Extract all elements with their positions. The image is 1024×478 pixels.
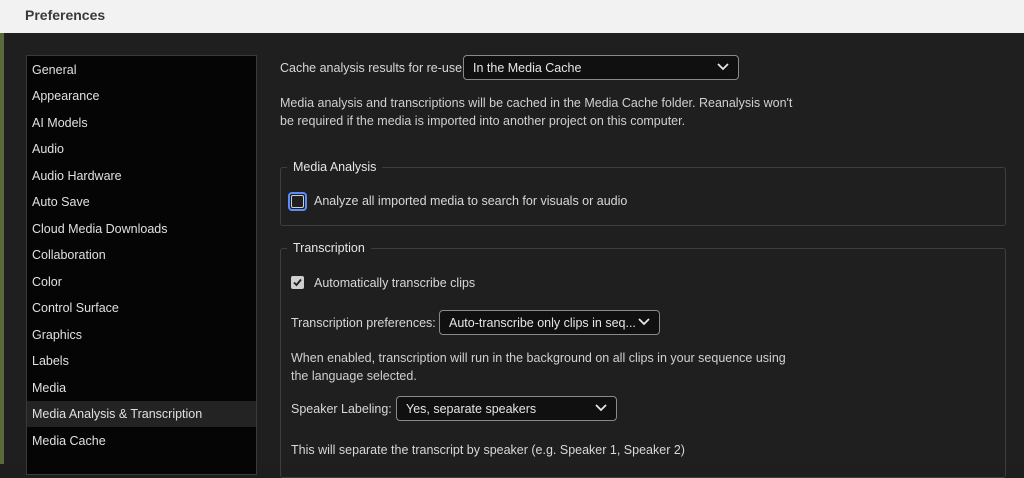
transcription-legend: Transcription	[287, 241, 371, 255]
category-audio[interactable]: Audio	[27, 136, 256, 162]
cache-analysis-dropdown[interactable]: In the Media Cache	[463, 55, 739, 80]
cache-description: Media analysis and transcriptions will b…	[280, 96, 793, 128]
category-general[interactable]: General	[27, 57, 256, 83]
transcription-preferences-dropdown[interactable]: Auto-transcribe only clips in seq...	[439, 310, 660, 335]
speaker-labeling-dropdown[interactable]: Yes, separate speakers	[396, 396, 617, 421]
media-analysis-legend: Media Analysis	[287, 160, 383, 174]
category-control-surface[interactable]: Control Surface	[27, 295, 256, 321]
auto-transcribe-label: Automatically transcribe clips	[314, 276, 476, 290]
checkmark-icon	[293, 278, 302, 287]
category-graphics[interactable]: Graphics	[27, 322, 256, 348]
category-media[interactable]: Media	[27, 375, 256, 401]
cache-analysis-value: In the Media Cache	[473, 61, 582, 75]
chevron-down-icon	[717, 63, 729, 71]
category-media-cache[interactable]: Media Cache	[27, 428, 256, 454]
category-cloud-media-downloads[interactable]: Cloud Media Downloads	[27, 216, 256, 242]
transcription-preferences-value: Auto-transcribe only clips in seq...	[449, 316, 636, 330]
speaker-note: This will separate the transcript by spe…	[291, 443, 685, 457]
title-bar: Preferences	[0, 0, 1024, 33]
category-media-analysis-transcription[interactable]: Media Analysis & Transcription	[27, 401, 256, 427]
auto-transcribe-checkbox[interactable]	[291, 276, 304, 289]
category-appearance[interactable]: Appearance	[27, 83, 256, 109]
speaker-labeling-value: Yes, separate speakers	[406, 402, 537, 416]
category-auto-save[interactable]: Auto Save	[27, 189, 256, 215]
category-ai-models[interactable]: AI Models	[27, 110, 256, 136]
category-color[interactable]: Color	[27, 269, 256, 295]
transcription-preferences-label: Transcription preferences:	[291, 316, 436, 330]
analyze-media-label: Analyze all imported media to search for…	[314, 194, 628, 208]
chevron-down-icon	[595, 404, 607, 412]
category-collaboration[interactable]: Collaboration	[27, 242, 256, 268]
category-list[interactable]: General Appearance AI Models Audio Audio…	[26, 55, 257, 475]
speaker-labeling-label: Speaker Labeling:	[291, 402, 392, 416]
analyze-media-checkbox[interactable]	[291, 195, 304, 208]
window-title: Preferences	[25, 7, 106, 23]
transcription-enabled-description: When enabled, transcription will run in …	[291, 351, 786, 383]
cache-analysis-label: Cache analysis results for re-use:	[280, 61, 466, 75]
category-labels[interactable]: Labels	[27, 348, 256, 374]
category-audio-hardware[interactable]: Audio Hardware	[27, 163, 256, 189]
chevron-down-icon	[638, 318, 650, 326]
